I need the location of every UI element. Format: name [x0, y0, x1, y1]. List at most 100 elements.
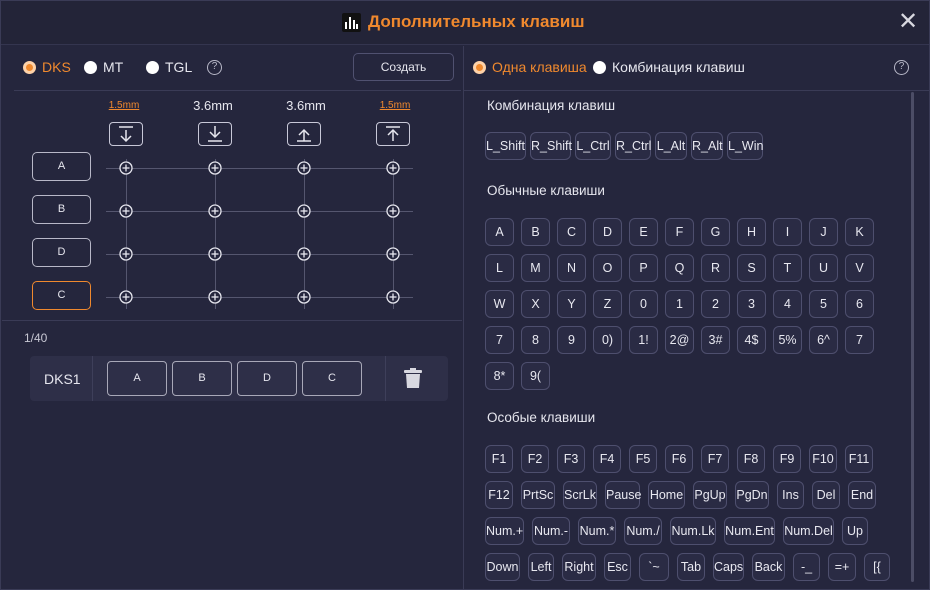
keyboard-key[interactable]: Down	[485, 553, 520, 581]
keyboard-key[interactable]: Right	[562, 553, 596, 581]
keyboard-key[interactable]: M	[521, 254, 550, 282]
add-trigger-icon[interactable]	[208, 204, 222, 218]
keyboard-key[interactable]: 4$	[737, 326, 766, 354]
dks-entry-key[interactable]: A	[107, 361, 167, 396]
keyboard-key[interactable]: D	[593, 218, 622, 246]
keyboard-key[interactable]: Ins	[777, 481, 804, 509]
keyboard-key[interactable]: Up	[842, 517, 868, 545]
keyboard-key[interactable]: G	[701, 218, 730, 246]
keyboard-key[interactable]: F11	[845, 445, 873, 473]
keyboard-key[interactable]: F9	[773, 445, 801, 473]
keyboard-key[interactable]: F7	[701, 445, 729, 473]
keyboard-key[interactable]: X	[521, 290, 550, 318]
keyboard-key[interactable]: L	[485, 254, 514, 282]
add-trigger-icon[interactable]	[119, 161, 133, 175]
keyboard-key[interactable]: Y	[557, 290, 586, 318]
keyboard-key[interactable]: R_Shift	[530, 132, 572, 160]
keyboard-key[interactable]: =+	[828, 553, 856, 581]
dks-entry-key[interactable]: D	[237, 361, 297, 396]
keyboard-key[interactable]: Left	[528, 553, 554, 581]
keyboard-key[interactable]: 2	[701, 290, 730, 318]
keyboard-key[interactable]: 7	[845, 326, 874, 354]
dks-key-b[interactable]: B	[32, 195, 91, 224]
add-trigger-icon[interactable]	[297, 247, 311, 261]
keyboard-key[interactable]: 0)	[593, 326, 622, 354]
keyboard-key[interactable]: F6	[665, 445, 693, 473]
keyboard-key[interactable]: [{	[864, 553, 890, 581]
keyboard-key[interactable]: L_Ctrl	[575, 132, 611, 160]
trash-icon[interactable]	[404, 368, 422, 388]
add-trigger-icon[interactable]	[297, 290, 311, 304]
release-top-button[interactable]	[376, 122, 410, 146]
press-down-button[interactable]	[198, 122, 232, 146]
keyboard-key[interactable]: B	[521, 218, 550, 246]
keyboard-key[interactable]: R	[701, 254, 730, 282]
keyboard-key[interactable]: R_Alt	[691, 132, 723, 160]
keyboard-key[interactable]: 8*	[485, 362, 514, 390]
help-icon[interactable]: ?	[894, 60, 909, 75]
keyboard-key[interactable]: I	[773, 218, 802, 246]
keyboard-key[interactable]: 6^	[809, 326, 838, 354]
keyboard-key[interactable]: C	[557, 218, 586, 246]
keyboard-key[interactable]: Num./	[624, 517, 662, 545]
keyboard-key[interactable]: PrtSc	[521, 481, 555, 509]
keyboard-key[interactable]: K	[845, 218, 874, 246]
keyboard-key[interactable]: 7	[485, 326, 514, 354]
keyboard-key[interactable]: R_Ctrl	[615, 132, 651, 160]
mode-radio-mt[interactable]: MT	[84, 59, 123, 75]
keyboard-key[interactable]: 2@	[665, 326, 694, 354]
keyboard-key[interactable]: Home	[648, 481, 685, 509]
keyboard-key[interactable]: J	[809, 218, 838, 246]
keyboard-key[interactable]: `~	[639, 553, 669, 581]
keyboard-key[interactable]: ScrLk	[563, 481, 597, 509]
dks-entry-row[interactable]: DKS1 A B D C	[30, 356, 448, 401]
scrollbar[interactable]	[911, 92, 914, 582]
keyboard-key[interactable]: PgDn	[735, 481, 769, 509]
keyboard-key[interactable]: F8	[737, 445, 765, 473]
create-button[interactable]: Создать	[353, 53, 454, 81]
keyboard-key[interactable]: L_Shift	[485, 132, 526, 160]
keyboard-key[interactable]: PgUp	[693, 481, 727, 509]
keyboard-key[interactable]: O	[593, 254, 622, 282]
keyboard-key[interactable]: L_Win	[727, 132, 763, 160]
add-trigger-icon[interactable]	[208, 247, 222, 261]
keyboard-key[interactable]: P	[629, 254, 658, 282]
keyboard-key[interactable]: 9	[557, 326, 586, 354]
keyboard-key[interactable]: Q	[665, 254, 694, 282]
keyboard-key[interactable]: Caps	[713, 553, 744, 581]
dks-key-c[interactable]: C	[32, 281, 91, 310]
add-trigger-icon[interactable]	[386, 290, 400, 304]
keyboard-key[interactable]: H	[737, 218, 766, 246]
keyboard-key[interactable]: Num.Del	[783, 517, 834, 545]
release-up-button[interactable]	[287, 122, 321, 146]
keyboard-key[interactable]: End	[848, 481, 876, 509]
keyboard-key[interactable]: F10	[809, 445, 837, 473]
add-trigger-icon[interactable]	[208, 161, 222, 175]
keyboard-key[interactable]: Num.-	[532, 517, 570, 545]
keyboard-key[interactable]: 8	[521, 326, 550, 354]
press-bottom-button[interactable]	[109, 122, 143, 146]
keyboard-key[interactable]: Del	[812, 481, 840, 509]
keyboard-key[interactable]: 6	[845, 290, 874, 318]
mode-radio-tgl[interactable]: TGL	[146, 59, 192, 75]
add-trigger-icon[interactable]	[297, 204, 311, 218]
keyboard-key[interactable]: 1	[665, 290, 694, 318]
keyboard-key[interactable]: Num.*	[578, 517, 616, 545]
keyboard-key[interactable]: T	[773, 254, 802, 282]
add-trigger-icon[interactable]	[119, 290, 133, 304]
keyboard-key[interactable]: Num.Ent	[724, 517, 775, 545]
add-trigger-icon[interactable]	[119, 204, 133, 218]
keyboard-key[interactable]: Z	[593, 290, 622, 318]
keyboard-key[interactable]: 9(	[521, 362, 550, 390]
keyboard-key[interactable]: 3#	[701, 326, 730, 354]
mode-radio-dks[interactable]: DKS	[23, 59, 71, 75]
keyboard-key[interactable]: 0	[629, 290, 658, 318]
keyboard-key[interactable]: F1	[485, 445, 513, 473]
keyboard-key[interactable]: 5%	[773, 326, 802, 354]
add-trigger-icon[interactable]	[119, 247, 133, 261]
add-trigger-icon[interactable]	[208, 290, 222, 304]
keyboard-key[interactable]: E	[629, 218, 658, 246]
keyboard-key[interactable]: 4	[773, 290, 802, 318]
keyboard-key[interactable]: V	[845, 254, 874, 282]
keyboard-key[interactable]: U	[809, 254, 838, 282]
